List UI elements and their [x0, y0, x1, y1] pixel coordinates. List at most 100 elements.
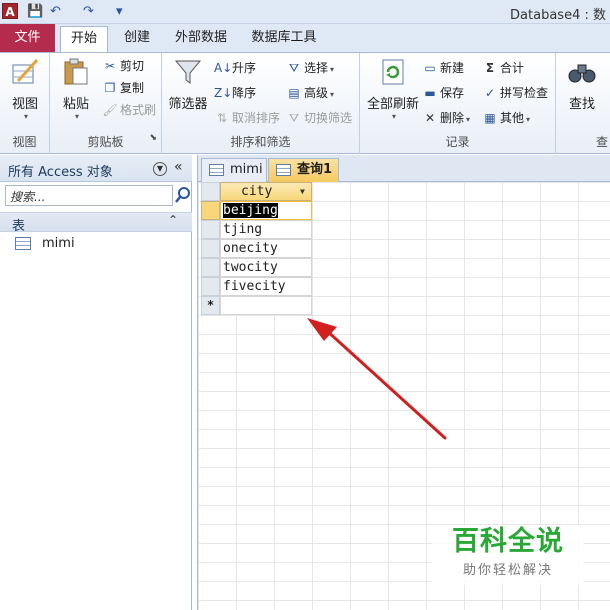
toggle-filter-icon: ⛛ — [288, 111, 300, 125]
copy-icon: ❐ — [104, 81, 116, 95]
nav-pane-title: 所有 Access 对象 — [8, 165, 113, 180]
filter-funnel-icon — [174, 60, 202, 84]
doc-tab-mimi[interactable]: mimi — [201, 158, 267, 182]
new-record-cell[interactable] — [220, 296, 312, 315]
document-tabs: mimi 查询1 — [198, 155, 610, 182]
sort-ascending-icon: A↓ — [214, 61, 233, 75]
toggle-filter-button[interactable]: ⛛ 切换筛选 — [286, 109, 352, 127]
tab-file[interactable]: 文件 — [0, 24, 55, 52]
access-app-icon[interactable]: A — [2, 3, 18, 19]
paste-button[interactable]: 粘贴 ▾ — [58, 57, 94, 121]
more-label: 其他 — [500, 111, 525, 125]
filter-button[interactable]: 筛选器 — [168, 57, 208, 112]
find-label: 查找 — [568, 97, 595, 112]
delete-dropdown-icon[interactable]: ▾ — [466, 115, 470, 124]
selection-filter-icon: ⛛ — [288, 61, 300, 75]
tab-database-tools[interactable]: 数据库工具 — [248, 26, 320, 52]
customize-quick-access-icon[interactable]: ▾ — [116, 3, 123, 20]
refresh-icon — [382, 59, 404, 85]
tab-home[interactable]: 开始 — [60, 26, 108, 52]
chevron-up-icon[interactable]: ⌃ — [168, 213, 178, 227]
table-cell[interactable]: twocity — [220, 258, 312, 277]
nav-pane-header[interactable]: 所有 Access 对象 ▼ « — [0, 155, 192, 182]
group-find: 查找 查 — [556, 53, 610, 154]
paste-label: 粘贴 — [62, 97, 89, 112]
row-selector[interactable] — [201, 258, 220, 277]
totals-button[interactable]: Σ 合计 — [482, 59, 524, 77]
query-icon — [276, 164, 291, 176]
row-selector[interactable] — [201, 220, 220, 239]
view-label: 视图 — [11, 97, 38, 112]
advanced-filter-icon: ▤ — [288, 86, 300, 100]
clear-sort-icon: ⇅ — [216, 111, 228, 125]
cut-button[interactable]: ✂ 剪切 — [102, 57, 144, 75]
sort-ascending-button[interactable]: A↓升序 — [214, 59, 256, 77]
descending-label: 降序 — [232, 86, 257, 100]
collapse-pane-icon[interactable]: « — [174, 159, 183, 175]
sort-descending-button[interactable]: Z↓降序 — [214, 84, 256, 102]
row-selector[interactable] — [201, 277, 220, 296]
refresh-all-label: 全部刷新 — [366, 97, 419, 112]
watermark-title: 百科全说 — [452, 526, 564, 557]
cell-text: beijing — [223, 203, 278, 218]
new-record-button[interactable]: ▭ 新建 — [422, 59, 464, 77]
nav-section-tables[interactable]: 表 ⌃ — [0, 212, 192, 234]
more-dropdown-icon[interactable]: ▾ — [526, 115, 530, 124]
dialog-launcher-icon[interactable]: ⬊ — [149, 133, 157, 143]
table-cell[interactable]: tjing — [220, 220, 312, 239]
title-bar: A 💾 ↶ ↷ ▾ Database4 : 数 — [0, 0, 610, 24]
cut-label: 剪切 — [120, 59, 145, 73]
column-header-label: city — [241, 184, 273, 199]
redo-icon[interactable]: ↷ — [83, 3, 94, 20]
refresh-all-button[interactable]: 全部刷新 ▾ — [366, 57, 420, 121]
group-view: 视图 ▾ 视图 — [0, 53, 50, 154]
view-button[interactable]: 视图 ▾ — [6, 57, 44, 121]
toggle-filter-label: 切换筛选 — [304, 111, 353, 125]
search-icon[interactable] — [175, 186, 191, 204]
view-dropdown-icon[interactable]: ▾ — [8, 112, 44, 121]
copy-button[interactable]: ❐ 复制 — [102, 79, 144, 97]
refresh-dropdown-icon[interactable]: ▾ — [368, 112, 420, 121]
spelling-label: 拼写检查 — [500, 86, 549, 100]
save-icon[interactable]: 💾 — [27, 3, 43, 20]
table-cell[interactable]: fivecity — [220, 277, 312, 296]
group-records: 全部刷新 ▾ ▭ 新建 ▬ 保存 ✕ 删除 ▾ Σ 合计 ✓ 拼写检查 ▦ 其他 ▾ 记录 — [360, 53, 556, 154]
select-all-corner[interactable] — [201, 182, 220, 201]
table-icon — [209, 164, 224, 176]
spelling-button[interactable]: ✓ 拼写检查 — [482, 84, 548, 102]
doc-tab-query1[interactable]: 查询1 — [268, 158, 339, 182]
selection-dropdown-icon[interactable]: ▾ — [330, 65, 334, 74]
paste-dropdown-icon[interactable]: ▾ — [60, 112, 94, 121]
nav-item-mimi[interactable]: mimi — [0, 234, 190, 254]
more-icon: ▦ — [484, 111, 496, 125]
group-records-label: 记录 — [445, 135, 470, 149]
column-dropdown-icon[interactable]: ▼ — [300, 183, 305, 200]
group-sort-filter: 筛选器 A↓升序 Z↓降序 ⇅ 取消排序 ⛛ 选择 ▾ ▤ 高级 ▾ ⛛ 切换筛选 排序和筛… — [162, 53, 360, 154]
clear-sort-button[interactable]: ⇅ 取消排序 — [214, 109, 280, 127]
row-selector[interactable] — [201, 201, 220, 220]
tab-create[interactable]: 创建 — [116, 26, 158, 52]
undo-icon[interactable]: ↶ — [50, 3, 61, 20]
delete-button[interactable]: ✕ 删除 ▾ — [422, 109, 470, 127]
advanced-dropdown-icon[interactable]: ▾ — [330, 90, 334, 99]
advanced-label: 高级 — [304, 86, 329, 100]
find-button[interactable]: 查找 — [562, 57, 602, 112]
nav-search-input[interactable]: 搜索... — [5, 185, 173, 206]
selection-button[interactable]: ⛛ 选择 ▾ — [286, 59, 334, 77]
column-header-city[interactable]: city ▼ — [220, 182, 312, 201]
more-button[interactable]: ▦ 其他 ▾ — [482, 109, 530, 127]
table-cell[interactable]: beijing — [220, 201, 312, 220]
format-painter-button[interactable]: 🖌 格式刷 — [102, 101, 156, 119]
table-icon — [15, 237, 31, 250]
table-cell[interactable]: onecity — [220, 239, 312, 258]
new-label: 新建 — [440, 61, 465, 75]
advanced-button[interactable]: ▤ 高级 ▾ — [286, 84, 334, 102]
new-record-selector[interactable]: * — [201, 296, 220, 315]
spellcheck-icon: ✓ — [484, 86, 496, 100]
row-selector[interactable] — [201, 239, 220, 258]
save-record-button[interactable]: ▬ 保存 — [422, 84, 464, 102]
nav-menu-icon[interactable]: ▼ — [153, 162, 167, 176]
tab-external-data[interactable]: 外部数据 — [170, 26, 232, 52]
section-tables-label: 表 — [12, 219, 26, 234]
group-clipboard-label: 剪贴板 ⬊ — [87, 133, 157, 149]
